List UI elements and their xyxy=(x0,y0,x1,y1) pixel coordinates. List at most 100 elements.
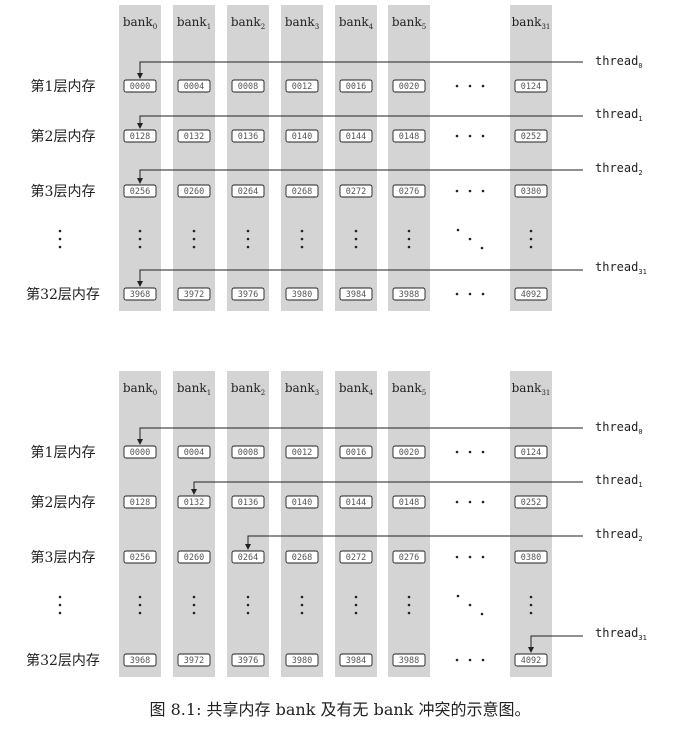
vertical-dots xyxy=(58,229,62,233)
thread-label: thread1 xyxy=(595,107,643,123)
address-value: 0140 xyxy=(292,132,312,142)
column-dots xyxy=(192,595,196,599)
address-value: 4092 xyxy=(521,656,541,666)
horizontal-dots xyxy=(481,450,485,454)
bank-column xyxy=(173,5,215,311)
address-value: 0140 xyxy=(292,498,312,508)
column-dots xyxy=(529,595,533,599)
bank-column xyxy=(119,5,161,311)
column-dots xyxy=(354,237,358,241)
column-dots xyxy=(354,229,358,233)
column-dots xyxy=(407,595,411,599)
address-value: 0380 xyxy=(521,553,541,563)
panel-with-bank-conflict: bank0 bank1 bank2 bank3 bank4 bank5 bank31第1层内… xyxy=(26,5,647,311)
thread-label: thread0 xyxy=(595,420,643,436)
horizontal-dots xyxy=(468,134,472,138)
address-value: 0020 xyxy=(399,448,419,458)
bank-header: bank0 xyxy=(123,381,157,397)
thread-label: thread1 xyxy=(595,473,643,489)
address-value: 0264 xyxy=(238,553,258,563)
address-value: 0144 xyxy=(346,132,366,142)
column-dots xyxy=(354,611,358,615)
column-dots xyxy=(529,229,533,233)
address-value: 3980 xyxy=(292,656,312,666)
column-dots xyxy=(138,245,142,249)
address-value: 0012 xyxy=(292,448,312,458)
column-dots xyxy=(354,595,358,599)
bank-column xyxy=(335,5,377,311)
bank-column xyxy=(227,5,269,311)
column-dots xyxy=(192,611,196,615)
column-dots xyxy=(246,237,250,241)
column-dots xyxy=(246,595,250,599)
bank-header: bank2 xyxy=(231,381,265,397)
address-value: 0272 xyxy=(346,553,366,563)
column-dots xyxy=(354,603,358,607)
horizontal-dots xyxy=(455,555,459,559)
address-value: 3988 xyxy=(399,290,419,300)
bank-header: bank3 xyxy=(285,15,319,31)
bank-column xyxy=(119,371,161,677)
address-value: 0004 xyxy=(184,448,204,458)
address-value: 0148 xyxy=(399,498,419,508)
address-value: 0276 xyxy=(399,553,419,563)
address-value: 0000 xyxy=(130,82,150,92)
address-value: 3976 xyxy=(238,656,258,666)
column-dots xyxy=(407,611,411,615)
row-label: 第3层内存 xyxy=(31,549,96,566)
address-value: 0000 xyxy=(130,448,150,458)
diagonal-dots xyxy=(468,603,472,607)
address-value: 0132 xyxy=(184,132,204,142)
column-dots xyxy=(300,595,304,599)
horizontal-dots xyxy=(455,84,459,88)
address-value: 0008 xyxy=(238,82,258,92)
address-value: 3976 xyxy=(238,290,258,300)
column-dots xyxy=(246,229,250,233)
address-value: 0252 xyxy=(521,498,541,508)
address-value: 0264 xyxy=(238,187,258,197)
thread-label: thread31 xyxy=(595,626,647,642)
bank-column xyxy=(510,5,552,311)
thread-label: thread31 xyxy=(595,260,647,276)
address-value: 0020 xyxy=(399,82,419,92)
address-value: 0136 xyxy=(238,498,258,508)
column-dots xyxy=(300,611,304,615)
column-dots xyxy=(354,245,358,249)
column-dots xyxy=(407,245,411,249)
horizontal-dots xyxy=(468,555,472,559)
column-dots xyxy=(138,237,142,241)
column-dots xyxy=(246,245,250,249)
bank-column xyxy=(227,371,269,677)
column-dots xyxy=(407,229,411,233)
bank-column xyxy=(281,371,323,677)
horizontal-dots xyxy=(481,134,485,138)
address-value: 0124 xyxy=(521,82,541,92)
column-dots xyxy=(138,595,142,599)
bank-column xyxy=(281,5,323,311)
horizontal-dots xyxy=(455,189,459,193)
address-value: 0380 xyxy=(521,187,541,197)
row-label: 第1层内存 xyxy=(31,78,96,95)
vertical-dots xyxy=(58,595,62,599)
diagonal-dots xyxy=(468,237,472,241)
diagonal-dots xyxy=(456,228,460,232)
horizontal-dots xyxy=(468,292,472,296)
bank-header: bank0 xyxy=(123,15,157,31)
bank-column xyxy=(510,371,552,677)
horizontal-dots xyxy=(455,500,459,504)
column-dots xyxy=(300,603,304,607)
horizontal-dots xyxy=(455,658,459,662)
address-value: 0004 xyxy=(184,82,204,92)
horizontal-dots xyxy=(468,189,472,193)
column-dots xyxy=(529,603,533,607)
horizontal-dots xyxy=(468,450,472,454)
column-dots xyxy=(246,603,250,607)
thread-label: thread2 xyxy=(595,161,643,177)
bank-header: bank2 xyxy=(231,15,265,31)
address-value: 3988 xyxy=(399,656,419,666)
address-value: 3984 xyxy=(346,290,366,300)
address-value: 0124 xyxy=(521,448,541,458)
horizontal-dots xyxy=(481,189,485,193)
column-dots xyxy=(529,611,533,615)
address-value: 0008 xyxy=(238,448,258,458)
